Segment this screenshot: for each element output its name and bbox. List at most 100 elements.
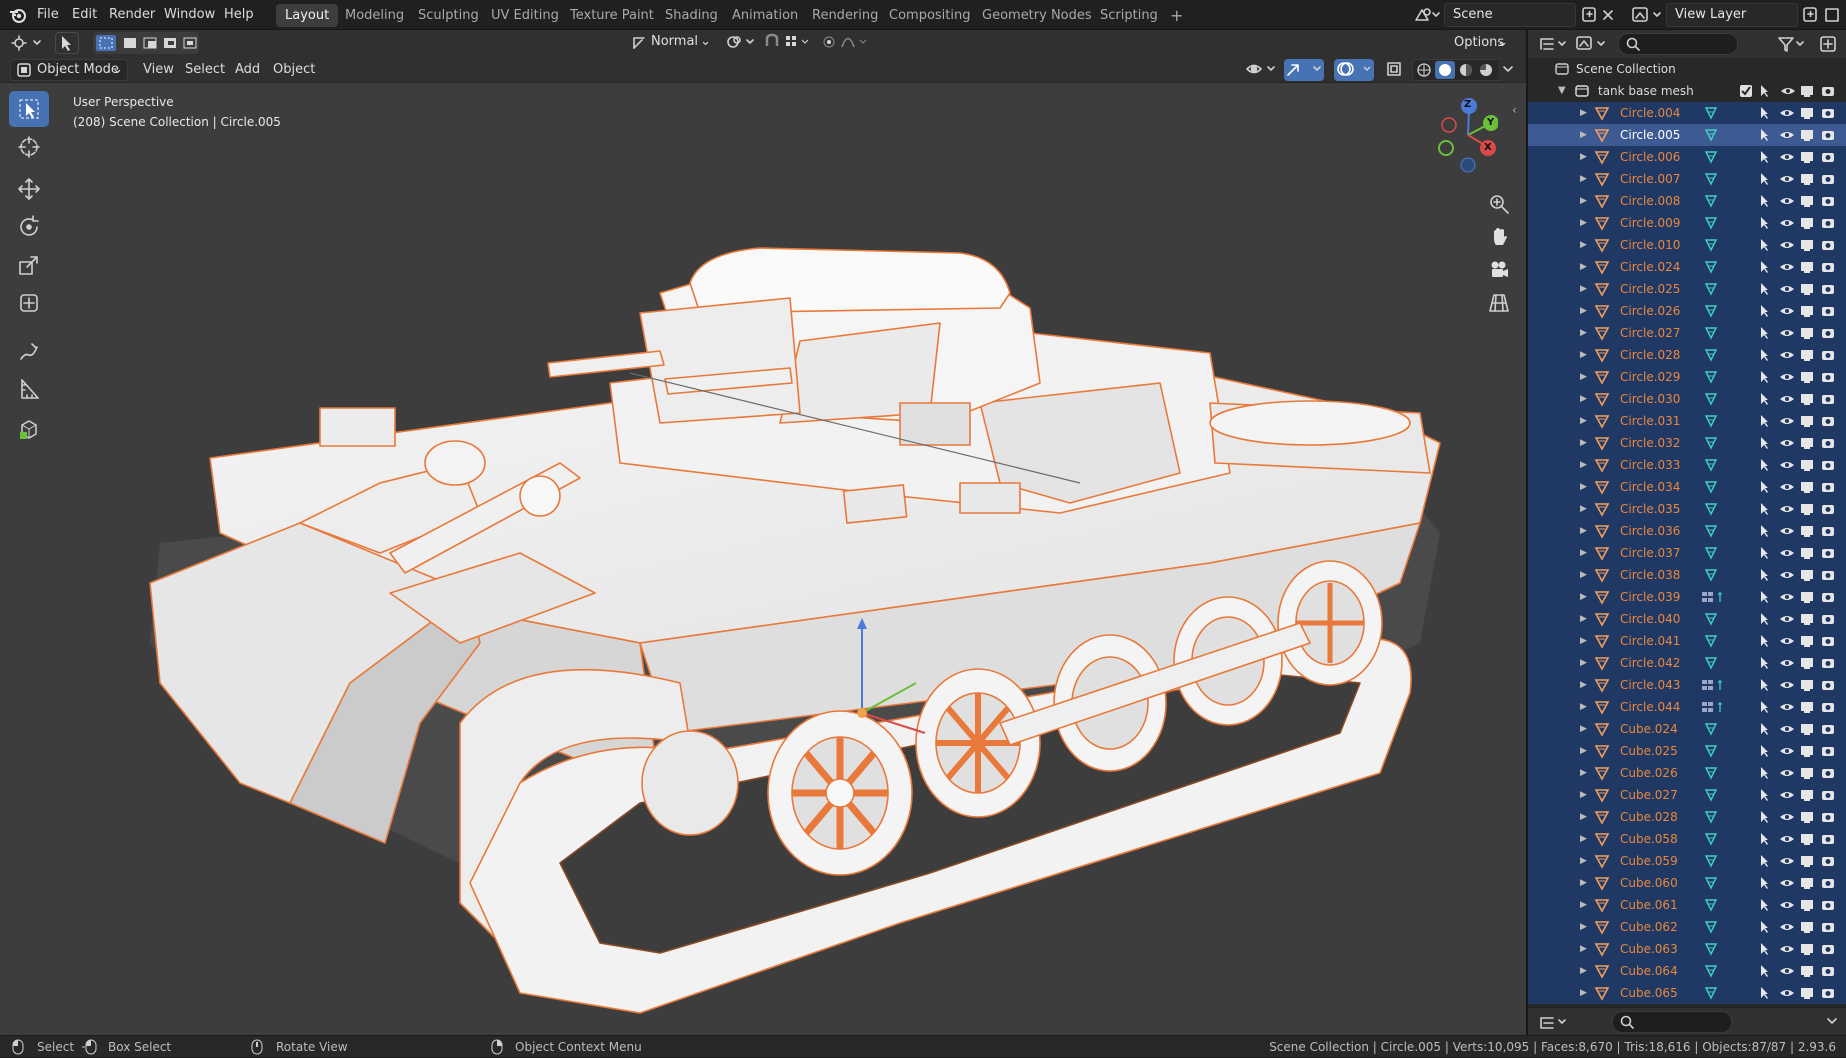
outliner-row[interactable]: ▶ Cube.063 [1528, 938, 1846, 960]
mesh-data-icon[interactable] [1700, 545, 1730, 561]
expand-arrow-icon[interactable]: ▶ [1580, 168, 1587, 190]
move-tool-icon[interactable] [9, 171, 49, 207]
modifier-icon[interactable] [1700, 699, 1730, 715]
visibility-toggles-icon[interactable] [1756, 589, 1846, 605]
tab-compositing[interactable]: Compositing [880, 4, 980, 27]
display-mode-icon[interactable] [1574, 34, 1608, 54]
outliner-row[interactable]: ▶ Circle.004 [1528, 102, 1846, 124]
add-cube-tool-icon[interactable] [9, 411, 49, 447]
measure-tool-icon[interactable] [9, 371, 49, 407]
outliner-row[interactable]: ▶ Circle.010 [1528, 234, 1846, 256]
outliner-row[interactable]: ▶ Cube.061 [1528, 894, 1846, 916]
outliner-row[interactable]: ▶ Cube.058 [1528, 828, 1846, 850]
view-layer-icon[interactable] [1630, 4, 1666, 26]
menu-view[interactable]: View [143, 57, 174, 83]
visibility-toggles-icon[interactable] [1756, 875, 1846, 891]
visibility-toggles-icon[interactable] [1756, 985, 1846, 1001]
properties-search-input[interactable] [1612, 1011, 1732, 1033]
xray-toggle-icon[interactable] [1383, 59, 1407, 81]
visibility-toggles-icon[interactable] [1756, 963, 1846, 979]
mesh-data-icon[interactable] [1700, 765, 1730, 781]
mesh-data-icon[interactable] [1700, 611, 1730, 627]
mesh-data-icon[interactable] [1700, 391, 1730, 407]
expand-arrow-icon[interactable]: ▶ [1580, 300, 1587, 322]
menu-window[interactable]: Window [164, 0, 215, 30]
expand-arrow-icon[interactable]: ▼ [1558, 80, 1566, 102]
visibility-toggles-icon[interactable] [1756, 743, 1846, 759]
expand-arrow-icon[interactable]: ▶ [1580, 190, 1587, 212]
mesh-data-icon[interactable] [1700, 787, 1730, 803]
mesh-data-icon[interactable] [1700, 281, 1730, 297]
camera-view-icon[interactable] [1484, 255, 1514, 285]
menu-edit[interactable]: Edit [72, 0, 97, 30]
ortho-toggle-icon[interactable] [1484, 288, 1514, 318]
visibility-toggles-icon[interactable] [1756, 677, 1846, 693]
expand-arrow-icon[interactable]: ▶ [1580, 102, 1587, 124]
outliner-search-input[interactable] [1618, 33, 1738, 55]
outliner-row[interactable]: ▶ Circle.008 [1528, 190, 1846, 212]
tank-model[interactable] [0, 83, 1526, 1035]
expand-arrow-icon[interactable]: ▶ [1580, 630, 1587, 652]
select-box-tool-icon[interactable] [9, 91, 49, 127]
outliner-row[interactable]: ▶ Circle.025 [1528, 278, 1846, 300]
proportional-editing-icon[interactable] [820, 32, 870, 54]
outliner-row[interactable]: ▶ Circle.043 [1528, 674, 1846, 696]
outliner-row[interactable]: ▶ Circle.035 [1528, 498, 1846, 520]
collapse-sidebar-icon[interactable]: ‹ [1512, 103, 1517, 117]
expand-arrow-icon[interactable]: ▶ [1580, 916, 1587, 938]
shading-options-icon[interactable] [1498, 59, 1518, 81]
mesh-data-icon[interactable] [1700, 721, 1730, 737]
visibility-toggles-icon[interactable] [1756, 501, 1846, 517]
scale-tool-icon[interactable] [9, 247, 49, 283]
mesh-data-icon[interactable] [1700, 633, 1730, 649]
mesh-data-icon[interactable] [1700, 853, 1730, 869]
object-mode-dropdown[interactable]: Object Mode ⌄ [10, 59, 128, 81]
mesh-data-icon[interactable] [1700, 743, 1730, 759]
mesh-data-icon[interactable] [1700, 193, 1730, 209]
outliner-row[interactable]: ▶ Cube.025 [1528, 740, 1846, 762]
visibility-toggles-icon[interactable] [1756, 567, 1846, 583]
expand-arrow-icon[interactable]: ▶ [1580, 718, 1587, 740]
visibility-toggles-icon[interactable] [1756, 699, 1846, 715]
mesh-data-icon[interactable] [1700, 127, 1730, 143]
expand-arrow-icon[interactable]: ▶ [1580, 520, 1587, 542]
expand-arrow-icon[interactable]: ▶ [1580, 894, 1587, 916]
outliner-row[interactable]: ▶ Circle.041 [1528, 630, 1846, 652]
tab-texture-paint[interactable]: Texture Paint [561, 4, 663, 27]
new-view-layer-icon[interactable] [1802, 5, 1844, 25]
expand-arrow-icon[interactable]: ▶ [1580, 542, 1587, 564]
annotate-tool-icon[interactable] [9, 333, 49, 369]
expand-arrow-icon[interactable]: ▶ [1580, 322, 1587, 344]
outliner-editor-icon[interactable] [1538, 34, 1568, 54]
expand-arrow-icon[interactable]: ▶ [1580, 410, 1587, 432]
gizmo-toggle-icon[interactable] [1284, 59, 1324, 81]
cursor-tool-icon[interactable] [9, 129, 49, 165]
outliner-row[interactable]: ▶ Circle.034 [1528, 476, 1846, 498]
new-scene-icon[interactable] [1580, 5, 1620, 25]
outliner-row[interactable]: ▶ Cube.059 [1528, 850, 1846, 872]
visibility-toggles-icon[interactable] [1756, 127, 1846, 143]
visibility-toggles-icon[interactable] [1756, 479, 1846, 495]
visibility-toggles-icon[interactable] [1756, 721, 1846, 737]
visibility-toggles-icon[interactable] [1756, 457, 1846, 473]
tab-scripting[interactable]: Scripting [1091, 4, 1167, 27]
mesh-data-icon[interactable] [1700, 369, 1730, 385]
expand-arrow-icon[interactable]: ▶ [1580, 498, 1587, 520]
mesh-data-icon[interactable] [1700, 215, 1730, 231]
transform-orientation-dropdown[interactable]: Normal ⌄ [627, 32, 713, 54]
zoom-view-icon[interactable] [1484, 189, 1514, 219]
expand-arrow-icon[interactable]: ▶ [1580, 674, 1587, 696]
view-layer-field[interactable]: View Layer [1666, 3, 1798, 27]
mesh-data-icon[interactable] [1700, 809, 1730, 825]
outliner-row[interactable]: ▶ Cube.024 [1528, 718, 1846, 740]
menu-render[interactable]: Render [109, 0, 155, 30]
menu-help[interactable]: Help [224, 0, 254, 30]
outliner-row[interactable]: ▶ Circle.007 [1528, 168, 1846, 190]
visibility-toggles-icon[interactable] [1756, 919, 1846, 935]
outliner-row[interactable]: ▶ Circle.026 [1528, 300, 1846, 322]
visibility-toggles-icon[interactable] [1756, 369, 1846, 385]
expand-arrow-icon[interactable]: ▶ [1580, 960, 1587, 982]
tab-animation[interactable]: Animation [723, 4, 807, 27]
visibility-toggles-icon[interactable] [1756, 809, 1846, 825]
expand-arrow-icon[interactable]: ▶ [1580, 850, 1587, 872]
